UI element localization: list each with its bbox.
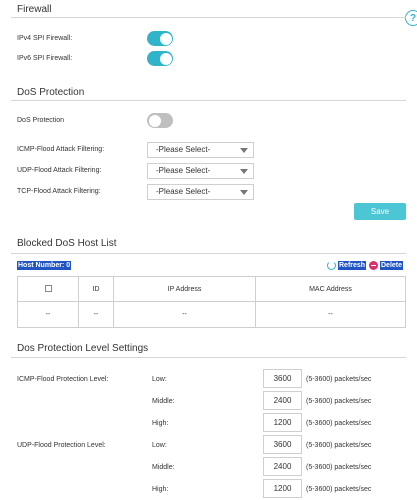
toggle-knob (159, 32, 172, 45)
udp-filter-select[interactable]: -Please Select- (147, 163, 254, 179)
column-header-id: ID (78, 276, 114, 302)
divider (11, 100, 406, 101)
table-cell: -- (78, 301, 114, 328)
udp-filter-label: UDP-Flood Attack Filtering: (17, 167, 102, 174)
icmp-level-label: ICMP-Flood Protection Level: (17, 376, 109, 383)
udp-level-label: UDP-Flood Protection Level: (17, 442, 106, 449)
unit-label: (5-3600) packets/sec (306, 420, 372, 427)
udp-high-label: High: (152, 486, 169, 493)
select-all-header[interactable] (17, 276, 79, 302)
ipv4-spi-toggle[interactable] (147, 31, 173, 46)
toggle-knob (148, 114, 161, 127)
dos-protection-label: DoS Protection (17, 117, 65, 124)
blocked-list-title: Blocked DoS Host List (17, 238, 117, 249)
divider (11, 17, 406, 18)
unit-label: (5-3600) packets/sec (306, 486, 372, 493)
chevron-down-icon (240, 169, 248, 174)
delete-button[interactable]: Delete (380, 261, 404, 270)
icmp-filter-value: -Please Select- (156, 145, 211, 154)
icmp-low-input[interactable]: 3600 (263, 369, 302, 388)
level-settings-title: Dos Protection Level Settings (17, 343, 149, 354)
udp-high-input[interactable]: 1200 (263, 479, 302, 498)
udp-middle-label: Middle: (152, 464, 175, 471)
icmp-filter-label: ICMP-Flood Attack Filtering: (17, 146, 105, 153)
chevron-down-icon (240, 190, 248, 195)
icmp-low-label: Low: (152, 376, 167, 383)
table-cell: -- (113, 301, 256, 328)
udp-low-input[interactable]: 3600 (263, 435, 302, 454)
udp-middle-input[interactable]: 2400 (263, 457, 302, 476)
udp-filter-value: -Please Select- (156, 166, 211, 175)
save-button[interactable]: Save (354, 203, 406, 220)
unit-label: (5-3600) packets/sec (306, 398, 372, 405)
icmp-high-label: High: (152, 420, 169, 427)
refresh-icon[interactable] (327, 261, 336, 270)
ipv6-spi-label: IPv6 SPI Firewall: (17, 55, 73, 62)
unit-label: (5-3600) packets/sec (306, 442, 372, 449)
dos-protection-toggle[interactable] (147, 113, 173, 128)
tcp-filter-value: -Please Select- (156, 187, 211, 196)
help-icon[interactable]: ? (405, 10, 417, 26)
icmp-high-input[interactable]: 1200 (263, 413, 302, 432)
table-cell: -- (17, 301, 79, 328)
ipv6-spi-toggle[interactable] (147, 51, 173, 66)
select-all-checkbox[interactable] (44, 285, 52, 293)
host-number: Host Number: 0 (17, 261, 72, 270)
toggle-knob (159, 52, 172, 65)
divider (11, 357, 406, 358)
udp-low-label: Low: (152, 442, 167, 449)
icmp-middle-label: Middle: (152, 398, 175, 405)
icmp-middle-input[interactable]: 2400 (263, 391, 302, 410)
refresh-button[interactable]: Refresh (338, 261, 367, 270)
ipv4-spi-label: IPv4 SPI Firewall: (17, 35, 73, 42)
chevron-down-icon (240, 148, 248, 153)
unit-label: (5-3600) packets/sec (306, 376, 372, 383)
column-header-mac: MAC Address (255, 276, 406, 302)
table-header-row: ID IP Address MAC Address (17, 276, 406, 302)
blocked-host-table: ID IP Address MAC Address -- -- -- -- (17, 276, 406, 328)
column-header-ip: IP Address (113, 276, 256, 302)
table-cell: -- (255, 301, 406, 328)
tcp-filter-select[interactable]: -Please Select- (147, 184, 254, 200)
icmp-filter-select[interactable]: -Please Select- (147, 142, 254, 158)
divider (11, 253, 406, 254)
delete-icon[interactable] (369, 261, 378, 270)
dos-title: DoS Protection (17, 87, 85, 98)
firewall-title: Firewall (17, 4, 52, 15)
unit-label: (5-3600) packets/sec (306, 464, 372, 471)
tcp-filter-label: TCP-Flood Attack Filtering: (17, 188, 101, 195)
table-row: -- -- -- -- (17, 301, 406, 328)
